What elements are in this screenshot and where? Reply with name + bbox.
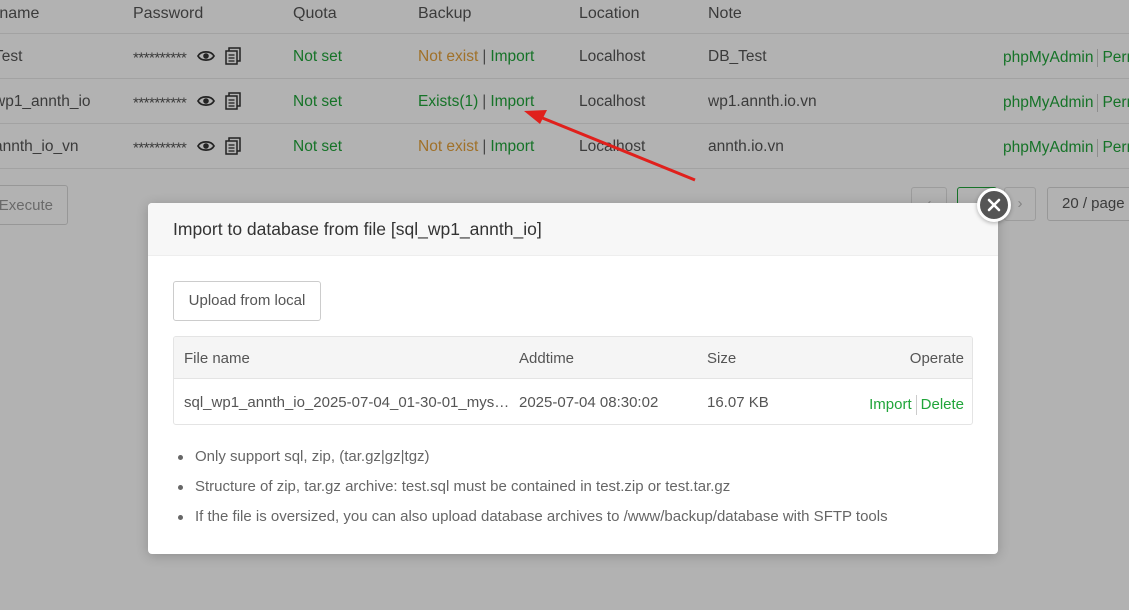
note-item: Structure of zip, tar.gz archive: test.s… <box>173 477 973 507</box>
file-size: 16.07 KB <box>707 394 769 411</box>
backup-file-table: File name Addtime Size Operate sql_wp1_a… <box>173 336 973 425</box>
col-header-size: Size <box>707 350 737 367</box>
dialog-title: Import to database from file [sql_wp1_an… <box>148 203 998 256</box>
note-item: If the file is oversized, you can also u… <box>173 507 973 537</box>
col-header-operate: Operate <box>909 350 964 367</box>
col-header-file-name: File name <box>184 350 250 367</box>
delete-file-link[interactable]: Delete <box>921 396 964 413</box>
close-icon <box>987 198 1001 212</box>
file-operations: Import Delete <box>869 395 964 415</box>
file-table-header: File name Addtime Size Operate <box>174 337 972 379</box>
file-name: sql_wp1_annth_io_2025-07-04_01-30-01_mys… <box>184 394 510 411</box>
note-item: Only support sql, zip, (tar.gz|gz|tgz) <box>173 447 973 477</box>
col-header-addtime: Addtime <box>519 350 575 367</box>
close-button[interactable] <box>977 188 1011 222</box>
file-addtime: 2025-07-04 08:30:02 <box>519 394 659 411</box>
upload-from-local-button[interactable]: Upload from local <box>173 281 321 321</box>
divider <box>915 395 917 415</box>
import-dialog: Import to database from file [sql_wp1_an… <box>148 188 1011 554</box>
table-row: sql_wp1_annth_io_2025-07-04_01-30-01_mys… <box>174 379 972 424</box>
import-file-link[interactable]: Import <box>869 396 912 413</box>
help-notes: Only support sql, zip, (tar.gz|gz|tgz) S… <box>173 447 973 537</box>
